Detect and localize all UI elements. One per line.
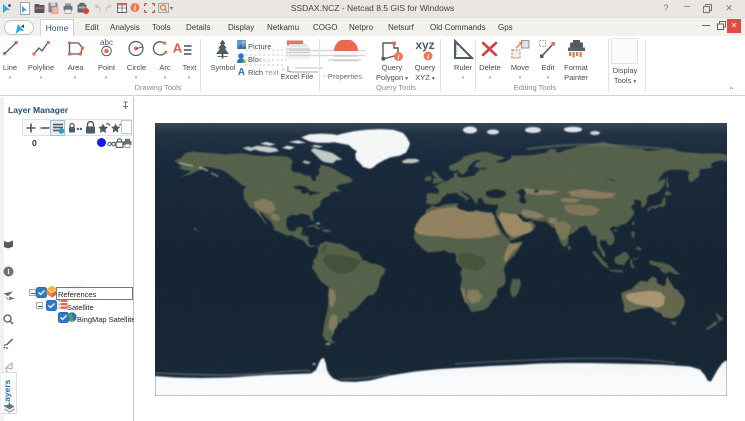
svg-text:i: i [398, 54, 400, 62]
svg-text:A: A [173, 41, 183, 56]
svg-text:xyz: xyz [415, 39, 434, 52]
svg-text:i: i [7, 267, 9, 276]
svg-text:i: i [427, 53, 429, 61]
svg-text:abc: abc [100, 38, 113, 47]
